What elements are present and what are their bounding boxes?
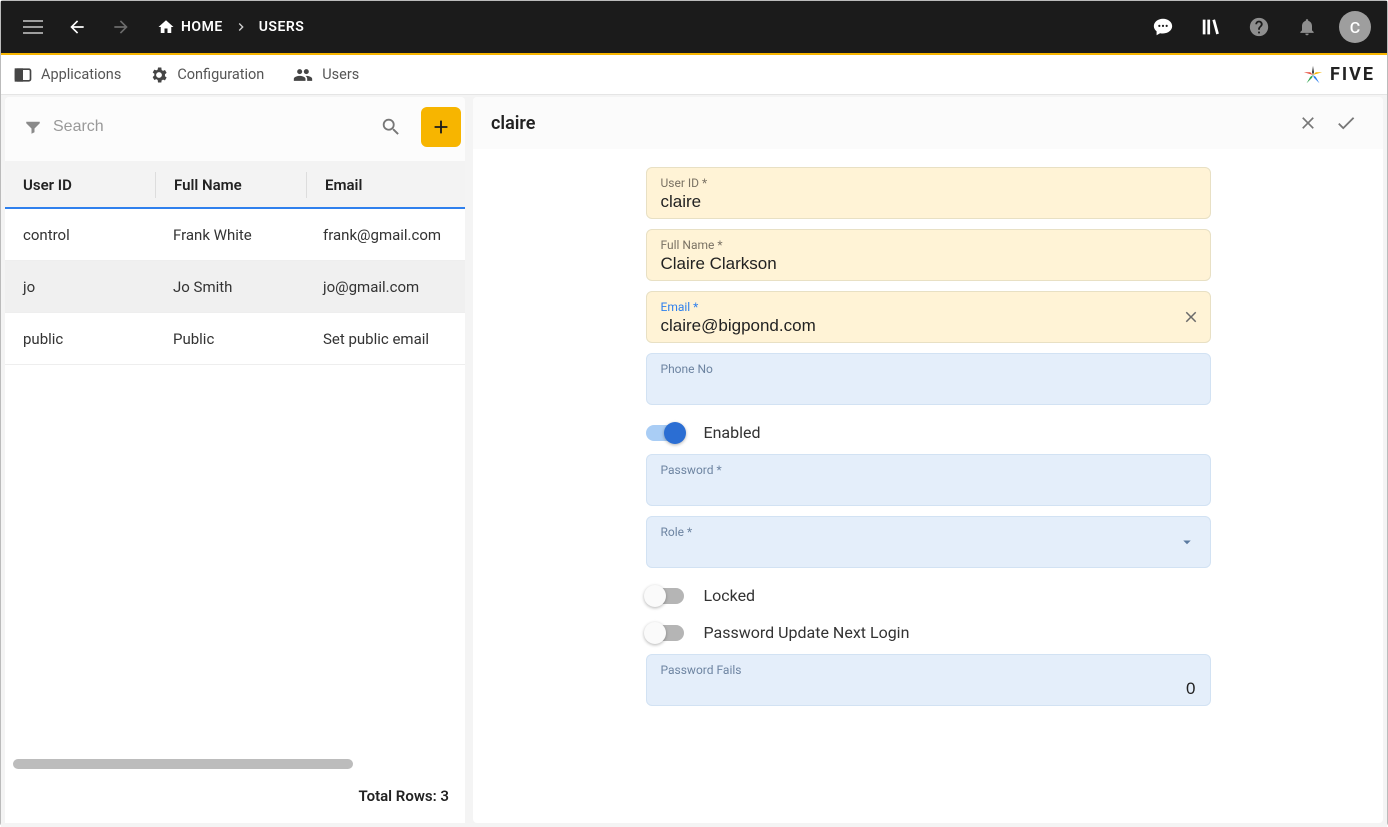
notifications-icon[interactable]: [1291, 11, 1323, 43]
close-icon: [1298, 113, 1318, 133]
password-input[interactable]: [661, 477, 1196, 499]
chat-icon[interactable]: [1147, 11, 1179, 43]
phone-field[interactable]: Phone No: [646, 353, 1211, 405]
search-input[interactable]: [53, 118, 361, 136]
breadcrumb-current[interactable]: USERS: [259, 19, 305, 35]
user-form-panel: claire User ID * Full Name * Email *: [473, 97, 1383, 823]
enabled-label: Enabled: [704, 423, 761, 442]
five-logo-icon: [1302, 64, 1324, 86]
chevron-right-icon: [233, 19, 249, 35]
help-icon[interactable]: [1243, 11, 1275, 43]
user-id-field[interactable]: User ID *: [646, 167, 1211, 219]
role-field[interactable]: Role *: [646, 516, 1211, 568]
cell-userid: jo: [5, 261, 155, 312]
form-title: claire: [491, 113, 535, 134]
password-fails-input[interactable]: [661, 677, 1196, 699]
locked-label: Locked: [704, 586, 756, 605]
tab-configuration[interactable]: Configuration: [149, 65, 264, 85]
col-header-fullname[interactable]: Full Name: [156, 161, 306, 209]
email-label: Email *: [661, 300, 1196, 314]
cell-userid: public: [5, 313, 155, 364]
back-button[interactable]: [61, 11, 93, 43]
tab-users-label: Users: [322, 66, 359, 83]
applications-icon: [13, 65, 33, 85]
table-row[interactable]: public Public Set public email: [5, 313, 465, 365]
password-field[interactable]: Password *: [646, 454, 1211, 506]
password-update-label: Password Update Next Login: [704, 623, 910, 642]
col-header-userid[interactable]: User ID: [5, 161, 155, 209]
books-icon[interactable]: [1195, 11, 1227, 43]
avatar-initial: C: [1350, 18, 1360, 37]
add-user-button[interactable]: [421, 107, 461, 147]
cell-userid: control: [5, 209, 155, 260]
clear-email-button[interactable]: [1182, 308, 1200, 326]
user-id-input[interactable]: [661, 190, 1196, 212]
cell-email: Set public email: [305, 313, 465, 364]
tab-configuration-label: Configuration: [177, 66, 264, 83]
table-header: User ID Full Name Email: [5, 161, 465, 209]
table-footer: Total Rows: 3: [5, 769, 465, 823]
users-icon: [292, 65, 314, 85]
cell-fullname: Frank White: [155, 209, 305, 260]
plus-icon: [430, 116, 452, 138]
password-fails-field[interactable]: Password Fails: [646, 654, 1211, 706]
role-input[interactable]: [661, 539, 1196, 561]
hamburger-menu-button[interactable]: [17, 11, 49, 43]
filter-icon[interactable]: [23, 118, 43, 136]
users-list-panel: User ID Full Name Email control Frank Wh…: [5, 97, 465, 823]
email-input[interactable]: [661, 314, 1196, 336]
email-field[interactable]: Email *: [646, 291, 1211, 343]
avatar[interactable]: C: [1339, 11, 1371, 43]
tab-users[interactable]: Users: [292, 65, 359, 85]
breadcrumb: HOME USERS: [157, 18, 304, 36]
full-name-field[interactable]: Full Name *: [646, 229, 1211, 281]
full-name-label: Full Name *: [661, 238, 1196, 252]
horizontal-scrollbar[interactable]: [13, 759, 457, 769]
table-row[interactable]: jo Jo Smith jo@gmail.com: [5, 261, 465, 313]
user-id-label: User ID *: [661, 176, 1196, 190]
total-rows-label: Total Rows: 3: [359, 787, 449, 805]
breadcrumb-home[interactable]: HOME: [157, 18, 223, 36]
tab-applications[interactable]: Applications: [13, 65, 121, 85]
breadcrumb-home-label: HOME: [181, 19, 223, 35]
cell-fullname: Public: [155, 313, 305, 364]
password-label: Password *: [661, 463, 1196, 477]
chevron-down-icon: [1178, 533, 1196, 551]
brand-logo: FIVE: [1302, 64, 1375, 86]
check-icon: [1335, 112, 1357, 134]
phone-input[interactable]: [661, 376, 1196, 398]
role-label: Role *: [661, 525, 1196, 539]
table-row[interactable]: control Frank White frank@gmail.com: [5, 209, 465, 261]
brand-text: FIVE: [1330, 64, 1375, 85]
phone-label: Phone No: [661, 362, 1196, 376]
confirm-button[interactable]: [1327, 104, 1365, 142]
cell-email: frank@gmail.com: [305, 209, 465, 260]
gear-icon: [149, 65, 169, 85]
col-header-email[interactable]: Email: [307, 161, 465, 209]
password-update-toggle[interactable]: [646, 625, 684, 641]
close-button[interactable]: [1289, 104, 1327, 142]
forward-button: [105, 11, 137, 43]
tab-applications-label: Applications: [41, 66, 121, 83]
cell-fullname: Jo Smith: [155, 261, 305, 312]
locked-toggle[interactable]: [646, 588, 684, 604]
enabled-toggle[interactable]: [646, 425, 684, 441]
home-icon: [157, 18, 175, 36]
breadcrumb-current-label: USERS: [259, 19, 305, 35]
full-name-input[interactable]: [661, 252, 1196, 274]
cell-email: jo@gmail.com: [305, 261, 465, 312]
search-button[interactable]: [371, 107, 411, 147]
password-fails-label: Password Fails: [661, 663, 1196, 677]
